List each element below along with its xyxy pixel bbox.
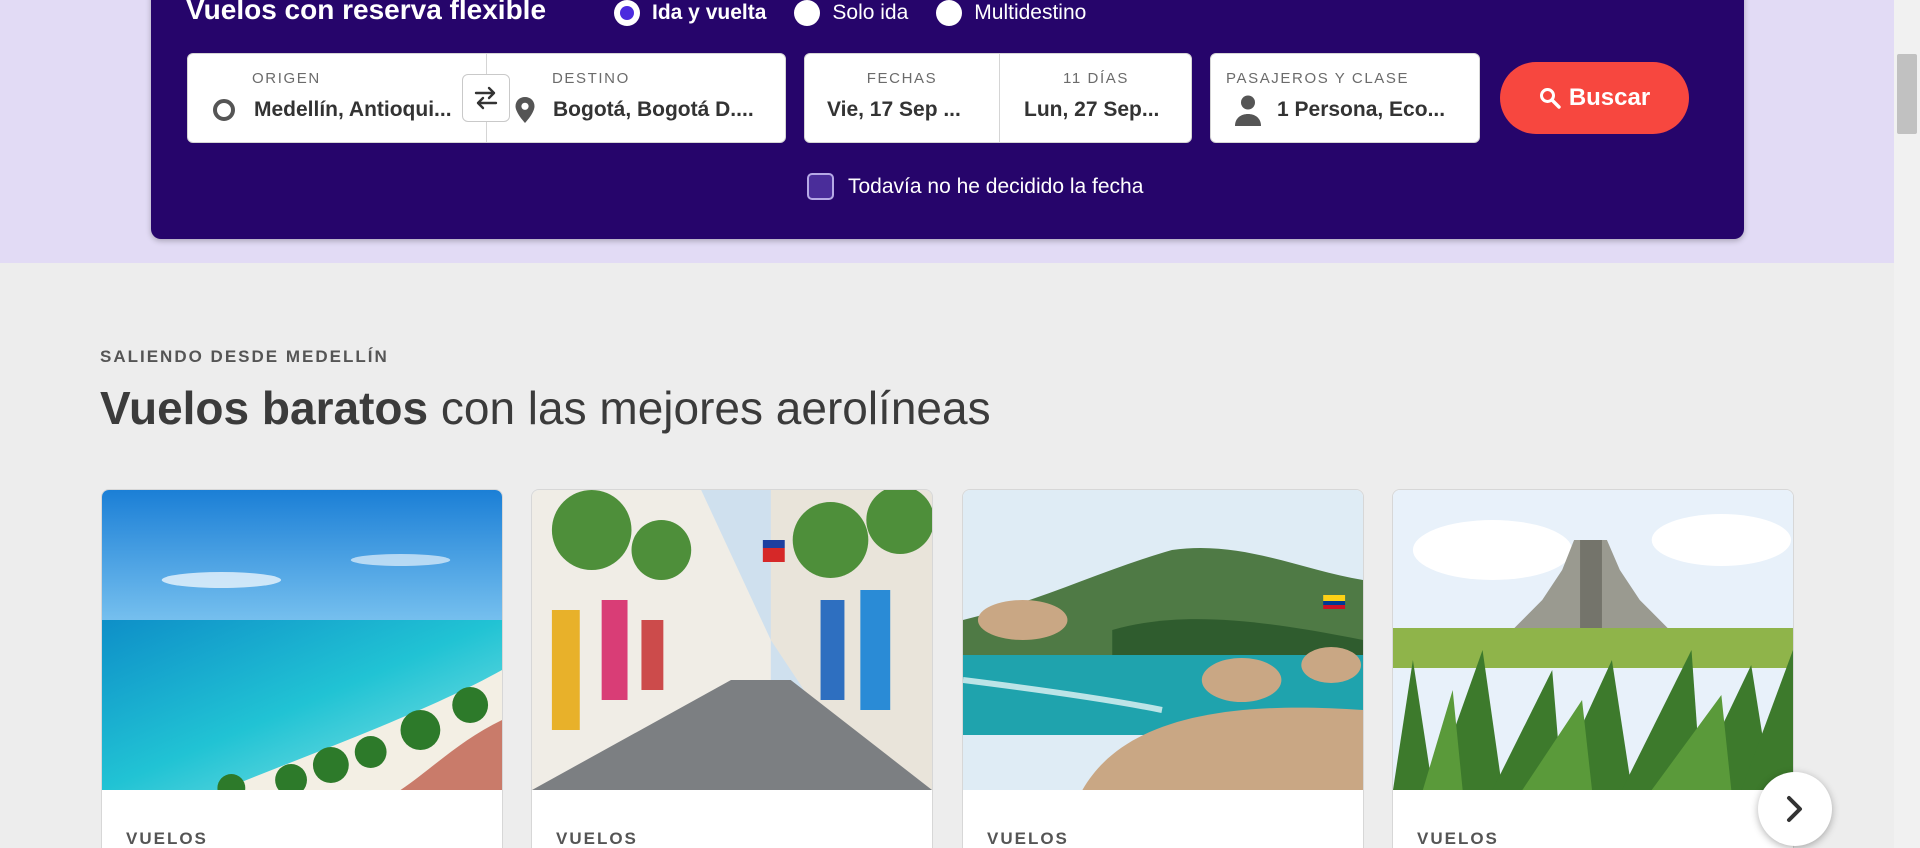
- passengers-value: 1 Persona, Eco...: [1277, 98, 1446, 121]
- destination-card[interactable]: VUELOS: [531, 489, 933, 848]
- return-date-field[interactable]: 11 DÍAS Lun, 27 Sep...: [1000, 54, 1192, 142]
- headline-bold: Vuelos baratos: [100, 382, 429, 434]
- origin-caption: ORIGEN: [252, 70, 321, 87]
- departure-date-field[interactable]: FECHAS Vie, 17 Sep ...: [805, 54, 999, 142]
- return-date-value: Lun, 27 Sep...: [1024, 98, 1160, 121]
- destination-card[interactable]: VUELOS: [101, 489, 503, 848]
- undecided-date-option[interactable]: Todavía no he decidido la fecha: [807, 173, 1143, 200]
- section-headline: Vuelos baratos con las mejores aerolínea…: [100, 381, 991, 435]
- mayan-pyramid-photo: [1393, 490, 1793, 790]
- card-kicker: VUELOS: [987, 829, 1069, 848]
- search-icon: [1539, 88, 1561, 109]
- departure-date-value: Vie, 17 Sep ...: [827, 98, 961, 121]
- section-eyebrow: SALIENDO DESDE MEDELLÍN: [100, 347, 389, 366]
- origin-value: Medellín, Antioqui...: [254, 98, 452, 121]
- destination-caption: DESTINO: [552, 70, 630, 87]
- scrollbar-thumb[interactable]: [1897, 54, 1917, 134]
- carousel-next-button[interactable]: [1758, 772, 1832, 846]
- origin-destination-field: ORIGEN Medellín, Antioqui... DESTINO Bog…: [187, 53, 786, 143]
- swap-locations-button[interactable]: [462, 74, 510, 122]
- trip-type-label: Multidestino: [974, 1, 1087, 24]
- search-title: Vuelos con reserva flexible: [186, 0, 547, 25]
- card-kicker: VUELOS: [556, 829, 638, 848]
- colonial-street-photo: [532, 490, 932, 790]
- destination-card[interactable]: VUELOS: [962, 489, 1364, 848]
- trip-duration-caption: 11 DÍAS: [1063, 70, 1129, 87]
- trip-type-multi-city[interactable]: Multidestino: [936, 0, 1086, 26]
- passengers-field[interactable]: PASAJEROS Y CLASE 1 Persona, Eco...: [1210, 53, 1480, 143]
- undecided-date-label: Todavía no he decidido la fecha: [848, 174, 1144, 198]
- trip-type-one-way[interactable]: Solo ida: [794, 0, 908, 26]
- radio-unselected-icon[interactable]: [936, 0, 963, 26]
- undecided-date-checkbox[interactable]: [807, 173, 834, 200]
- trip-type-round-trip[interactable]: Ida y vuelta: [614, 0, 766, 26]
- origin-circle-icon: [213, 99, 235, 121]
- dates-caption: FECHAS: [866, 70, 938, 87]
- destination-card[interactable]: VUELOS: [1392, 489, 1794, 848]
- radio-unselected-icon[interactable]: [794, 0, 821, 26]
- radio-selected-icon[interactable]: [614, 0, 640, 26]
- headline-rest: con las mejores aerolíneas: [428, 382, 991, 434]
- location-pin-icon: [515, 97, 535, 123]
- chevron-right-icon: [1787, 796, 1802, 822]
- rocky-coast-photo: [963, 490, 1363, 790]
- passengers-caption: PASAJEROS Y CLASE: [1226, 70, 1410, 87]
- swap-arrows-icon: [474, 86, 498, 110]
- trip-type-group: Ida y vuelta Solo ida Multidestino: [614, 0, 1114, 26]
- card-kicker: VUELOS: [126, 829, 208, 848]
- destination-field[interactable]: DESTINO Bogotá, Bogotá D....: [487, 54, 785, 142]
- trip-type-label: Ida y vuelta: [652, 1, 767, 24]
- search-button-label: Buscar: [1568, 84, 1651, 111]
- dates-field: FECHAS Vie, 17 Sep ... 11 DÍAS Lun, 27 S…: [804, 53, 1192, 143]
- card-kicker: VUELOS: [1417, 829, 1499, 848]
- search-button[interactable]: Buscar: [1500, 62, 1689, 134]
- tropical-beach-photo: [102, 490, 502, 790]
- destination-value: Bogotá, Bogotá D....: [553, 98, 754, 121]
- trip-type-label: Solo ida: [832, 1, 909, 24]
- person-icon: [1235, 95, 1261, 126]
- origin-field[interactable]: ORIGEN Medellín, Antioqui...: [188, 54, 486, 142]
